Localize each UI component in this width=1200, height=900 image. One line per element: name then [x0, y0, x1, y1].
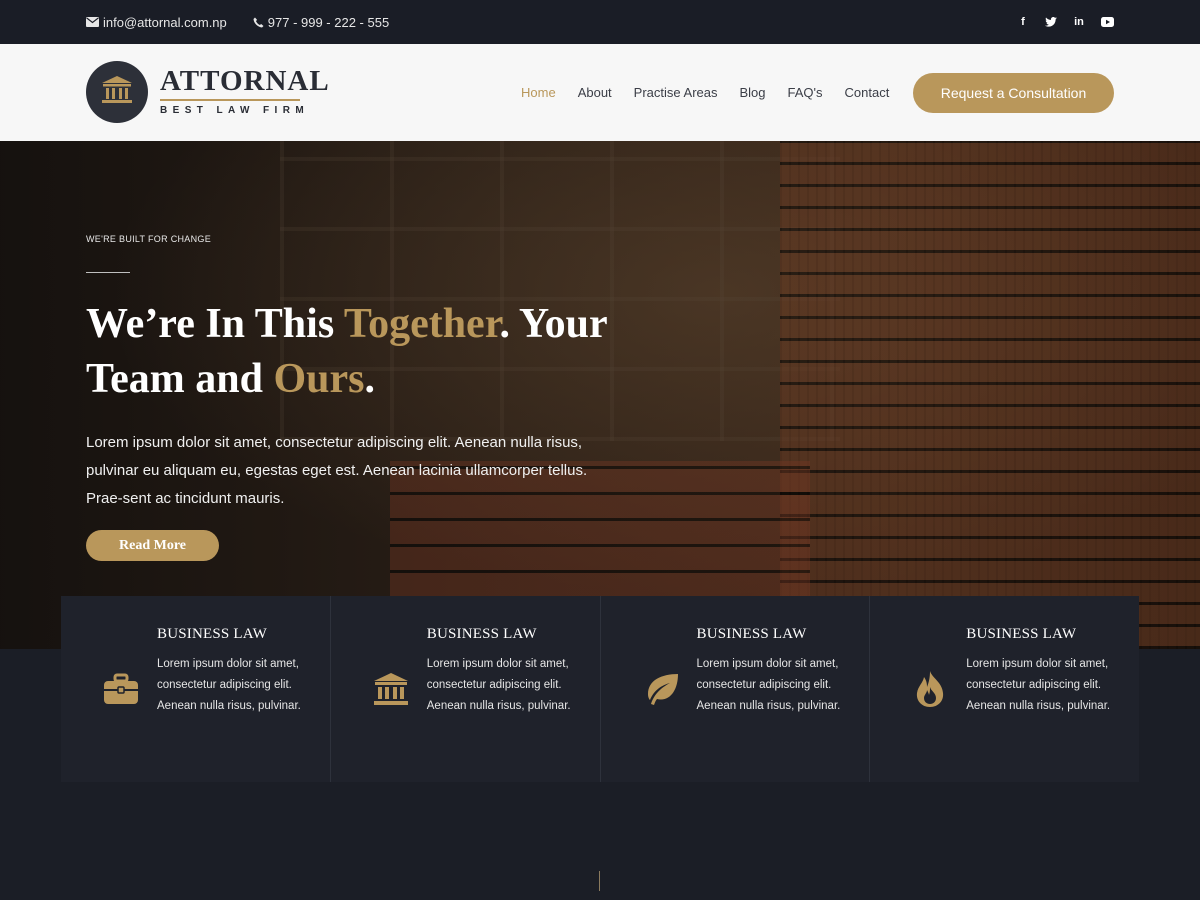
request-consultation-button[interactable]: Request a Consultation	[913, 73, 1114, 113]
nav-blog[interactable]: Blog	[740, 85, 766, 100]
phone-icon	[253, 17, 264, 28]
envelope-icon	[86, 17, 99, 27]
hero-headline: We’re In This Together. Your Team and Ou…	[86, 297, 686, 407]
phone-text: 977 - 999 - 222 - 555	[267, 14, 390, 30]
feature-title: BUSINESS LAW	[696, 626, 807, 642]
nav-practise-areas[interactable]: Practise Areas	[634, 85, 718, 100]
headline-text-4: .	[364, 356, 376, 402]
brand-rule	[160, 99, 300, 101]
feature-description: Lorem ipsum dolor sit amet, consectetur …	[966, 658, 1111, 712]
headline-text-1: We’re In This	[86, 301, 344, 347]
feature-title: BUSINESS LAW	[157, 626, 267, 642]
twitter-icon[interactable]	[1044, 15, 1058, 29]
feature-description: Lorem ipsum dolor sit amet, consectetur …	[157, 658, 301, 712]
facebook-icon[interactable]: f	[1016, 15, 1030, 29]
phone-link[interactable]: 977 - 999 - 222 - 555	[253, 15, 389, 30]
feature-card[interactable]: BUSINESS LAW Lorem ipsum dolor sit amet,…	[61, 596, 331, 782]
headline-highlight-2: Ours	[273, 356, 365, 402]
feature-title: BUSINESS LAW	[426, 626, 537, 642]
leaf-icon	[641, 669, 681, 709]
nav-faqs[interactable]: FAQ's	[788, 85, 823, 100]
fire-icon	[910, 669, 950, 709]
site-header: ATTORNAL BEST LAW FIRM Home About Practi…	[0, 44, 1200, 141]
social-links: f in	[1002, 0, 1114, 44]
email-link[interactable]: info@attornal.com.np	[86, 15, 227, 30]
brand[interactable]: ATTORNAL BEST LAW FIRM	[160, 66, 330, 116]
feature-card[interactable]: BUSINESS LAW Lorem ipsum dolor sit amet,…	[870, 596, 1139, 782]
nav-contact[interactable]: Contact	[845, 85, 890, 100]
brand-name: ATTORNAL	[160, 65, 330, 97]
feature-cards: BUSINESS LAW Lorem ipsum dolor sit amet,…	[61, 596, 1139, 782]
hero-description: Lorem ipsum dolor sit amet, consectetur …	[86, 434, 588, 507]
feature-title: BUSINESS LAW	[966, 626, 1077, 642]
hero-eyebrow-divider	[86, 272, 130, 273]
nav-home[interactable]: Home	[521, 85, 556, 100]
feature-description: Lorem ipsum dolor sit amet, consectetur …	[426, 658, 571, 712]
headline-text-3: Team and	[86, 356, 274, 402]
contact-info: info@attornal.com.np 977 - 999 - 222 - 5…	[86, 0, 415, 44]
brand-tagline: BEST LAW FIRM	[160, 105, 310, 116]
top-bar: info@attornal.com.np 977 - 999 - 222 - 5…	[0, 0, 1200, 44]
feature-description: Lorem ipsum dolor sit amet, consectetur …	[696, 658, 841, 712]
hero-background-bookshelves	[780, 141, 1200, 649]
main-nav: Home About Practise Areas Blog FAQ's Con…	[521, 44, 911, 141]
youtube-icon[interactable]	[1100, 15, 1114, 29]
section-divider	[599, 871, 600, 891]
headline-text-2: . Your	[499, 301, 608, 347]
courthouse-logo-icon	[100, 75, 134, 110]
hero-eyebrow: WE'RE BUILT FOR CHANGE	[86, 234, 211, 244]
feature-card[interactable]: BUSINESS LAW Lorem ipsum dolor sit amet,…	[601, 596, 871, 782]
email-text: info@attornal.com.np	[103, 14, 227, 30]
feature-card[interactable]: BUSINESS LAW Lorem ipsum dolor sit amet,…	[331, 596, 601, 782]
courthouse-icon	[371, 669, 411, 709]
headline-highlight-1: Together	[343, 301, 500, 347]
nav-about[interactable]: About	[578, 85, 612, 100]
read-more-button[interactable]: Read More	[86, 530, 219, 561]
logo-badge[interactable]	[86, 61, 148, 123]
hero-section: WE'RE BUILT FOR CHANGE We’re In This Tog…	[0, 141, 1200, 649]
linkedin-icon[interactable]: in	[1072, 15, 1086, 29]
briefcase-icon	[101, 669, 141, 709]
